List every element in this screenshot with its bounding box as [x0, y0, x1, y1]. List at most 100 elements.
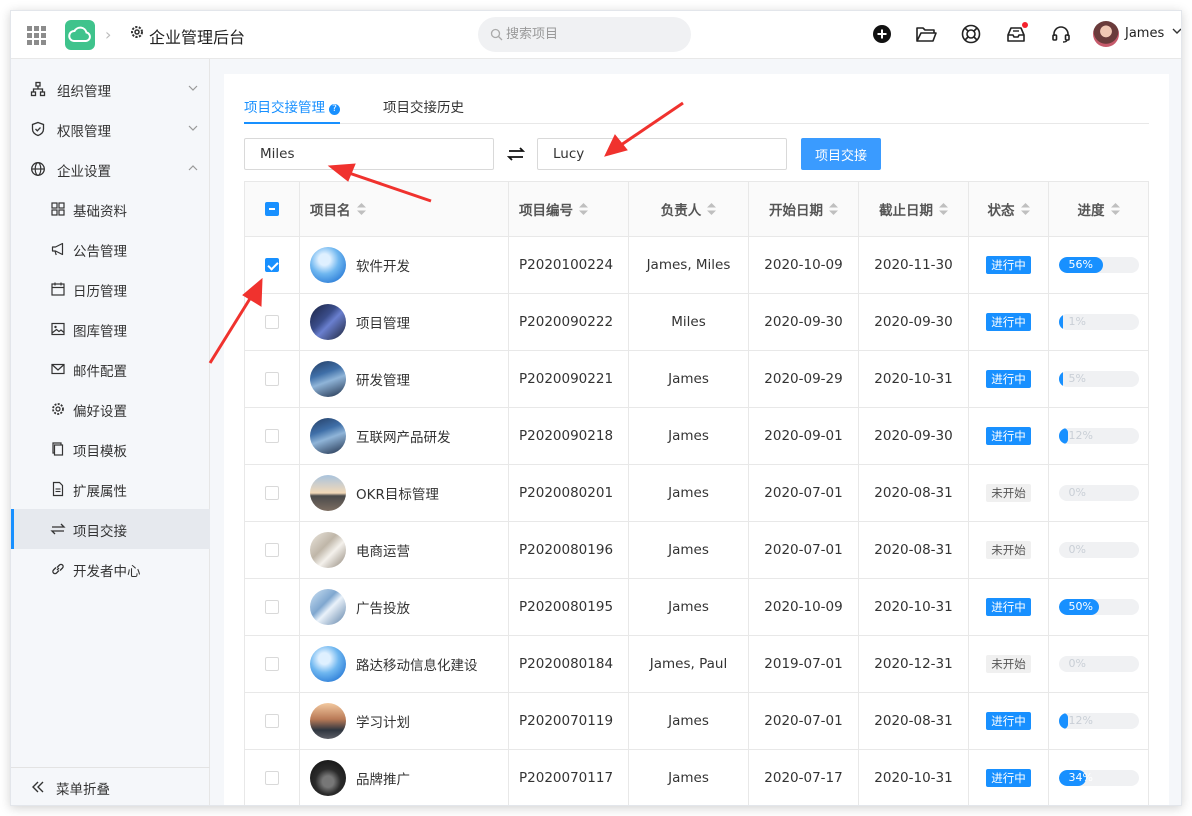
table-row[interactable]: 软件开发 P2020100224 James, Miles 2020-10-09… — [245, 237, 1149, 294]
sidebar-item-calendar[interactable]: 日历管理 — [11, 269, 210, 309]
select-all-checkbox[interactable] — [265, 202, 279, 216]
cloud-logo-icon[interactable] — [65, 20, 95, 50]
project-name-cell[interactable]: 品牌推广 — [300, 750, 509, 805]
row-checkbox[interactable] — [265, 543, 279, 557]
project-name-cell[interactable]: 学习计划 — [300, 693, 509, 750]
tab-handover-management[interactable]: 项目交接管理? — [244, 96, 340, 124]
project-name-cell[interactable]: 项目管理 — [300, 294, 509, 351]
avatar[interactable] — [1093, 21, 1119, 47]
sidebar-item-developer-center[interactable]: 开发者中心 — [11, 549, 210, 589]
project-name-cell[interactable]: OKR目标管理 — [300, 465, 509, 522]
sidebar-item-preferences[interactable]: 偏好设置 — [11, 389, 210, 429]
project-thumbnail — [310, 760, 346, 796]
sidebar-item-org[interactable]: 组织管理 — [11, 69, 210, 109]
row-checkbox[interactable] — [265, 372, 279, 386]
table-row[interactable]: 品牌推广 P2020070117 James 2020-07-17 2020-1… — [245, 750, 1149, 805]
row-checkbox[interactable] — [265, 258, 279, 272]
header-owner[interactable]: 负责人 — [629, 182, 749, 237]
search-box[interactable] — [478, 17, 691, 52]
user-name[interactable]: James — [1125, 26, 1164, 41]
project-name[interactable]: 学习计划 — [356, 711, 410, 731]
table-row[interactable]: 互联网产品研发 P2020090218 James 2020-09-01 202… — [245, 408, 1149, 465]
end-date: 2020-09-30 — [874, 428, 953, 444]
row-checkbox[interactable] — [265, 429, 279, 443]
table-row[interactable]: 广告投放 P2020080195 James 2020-10-09 2020-1… — [245, 579, 1149, 636]
add-icon[interactable] — [871, 23, 893, 45]
notification-dot — [1022, 22, 1028, 28]
to-user-input[interactable] — [537, 138, 787, 170]
project-owner: James — [668, 371, 709, 387]
table-row[interactable]: 电商运营 P2020080196 James 2020-07-01 2020-0… — [245, 522, 1149, 579]
project-owner: James — [668, 599, 709, 615]
sidebar-item-templates[interactable]: 项目模板 — [11, 429, 210, 469]
project-name-cell[interactable]: 研发管理 — [300, 351, 509, 408]
header-progress[interactable]: 进度 — [1049, 182, 1149, 237]
progress-bar: 1% — [1058, 314, 1139, 330]
inbox-icon[interactable] — [1005, 22, 1028, 45]
project-name[interactable]: OKR目标管理 — [356, 483, 439, 503]
row-checkbox[interactable] — [265, 315, 279, 329]
project-owner: James — [668, 713, 709, 729]
from-user-input[interactable] — [244, 138, 494, 170]
sidebar-item-label: 图库管理 — [73, 324, 127, 340]
sidebar-item-announcements[interactable]: 公告管理 — [11, 229, 210, 269]
header-status[interactable]: 状态 — [969, 182, 1049, 237]
headset-icon[interactable] — [1050, 23, 1072, 45]
progress-cell: 0% — [1049, 522, 1149, 579]
row-checkbox[interactable] — [265, 771, 279, 785]
project-name-cell[interactable]: 电商运营 — [300, 522, 509, 579]
project-name-cell[interactable]: 软件开发 — [300, 237, 509, 294]
row-checkbox[interactable] — [265, 657, 279, 671]
row-checkbox[interactable] — [265, 714, 279, 728]
end-date-cell: 2020-09-30 — [859, 294, 969, 351]
chevron-down-icon[interactable] — [1171, 25, 1182, 37]
table-row[interactable]: OKR目标管理 P2020080201 James 2020-07-01 202… — [245, 465, 1149, 522]
project-name-cell[interactable]: 广告投放 — [300, 579, 509, 636]
sidebar-item-project-handover[interactable]: 项目交接 — [11, 509, 210, 549]
project-name[interactable]: 品牌推广 — [356, 768, 410, 788]
row-checkbox[interactable] — [265, 600, 279, 614]
start-date: 2020-09-29 — [764, 371, 843, 387]
sidebar-item-basic-info[interactable]: 基础资料 — [11, 189, 210, 229]
project-name-cell[interactable]: 路达移动信息化建设 — [300, 636, 509, 693]
table-row[interactable]: 学习计划 P2020070119 James 2020-07-01 2020-0… — [245, 693, 1149, 750]
header-start-date[interactable]: 开始日期 — [749, 182, 859, 237]
sidebar-item-gallery[interactable]: 图库管理 — [11, 309, 210, 349]
table-row[interactable]: 路达移动信息化建设 P2020080184 James, Paul 2019-0… — [245, 636, 1149, 693]
status-badge: 进行中 — [986, 769, 1031, 787]
project-name[interactable]: 广告投放 — [356, 597, 410, 617]
project-name[interactable]: 路达移动信息化建设 — [356, 654, 478, 674]
sidebar-item-label: 项目交接 — [73, 524, 127, 540]
project-name[interactable]: 电商运营 — [356, 540, 410, 560]
folder-icon[interactable] — [915, 23, 937, 45]
project-name[interactable]: 软件开发 — [356, 255, 410, 275]
progress-bar: 0% — [1058, 542, 1139, 558]
header-end-date[interactable]: 截止日期 — [859, 182, 969, 237]
table-row[interactable]: 研发管理 P2020090221 James 2020-09-29 2020-1… — [245, 351, 1149, 408]
help-icon[interactable]: ? — [329, 104, 340, 115]
sidebar-item-permission[interactable]: 权限管理 — [11, 109, 210, 149]
sidebar-item-label: 基础资料 — [73, 204, 127, 220]
project-name[interactable]: 互联网产品研发 — [356, 426, 451, 446]
tab-handover-history[interactable]: 项目交接历史 — [383, 96, 464, 124]
table-row[interactable]: 项目管理 P2020090222 Miles 2020-09-30 2020-0… — [245, 294, 1149, 351]
progress-label: 34% — [1068, 771, 1093, 784]
app-grid-icon[interactable] — [27, 26, 46, 45]
row-checkbox[interactable] — [265, 486, 279, 500]
project-code: P2020080196 — [519, 542, 614, 558]
header-name[interactable]: 项目名 — [300, 182, 509, 237]
globe-icon — [31, 162, 45, 176]
project-name[interactable]: 研发管理 — [356, 369, 410, 389]
handover-button[interactable]: 项目交接 — [801, 138, 881, 170]
progress-bar: 34% — [1058, 770, 1139, 786]
collapse-menu-button[interactable]: 菜单折叠 — [11, 767, 210, 805]
sidebar-item-mail[interactable]: 邮件配置 — [11, 349, 210, 389]
status-badge: 未开始 — [986, 484, 1031, 502]
project-name[interactable]: 项目管理 — [356, 312, 410, 332]
search-input[interactable] — [506, 17, 681, 52]
sidebar-item-enterprise-settings[interactable]: 企业设置 — [11, 149, 210, 189]
sidebar-item-extended-attributes[interactable]: 扩展属性 — [11, 469, 210, 509]
header-code[interactable]: 项目编号 — [509, 182, 629, 237]
lifebuoy-icon[interactable] — [960, 23, 982, 45]
project-name-cell[interactable]: 互联网产品研发 — [300, 408, 509, 465]
